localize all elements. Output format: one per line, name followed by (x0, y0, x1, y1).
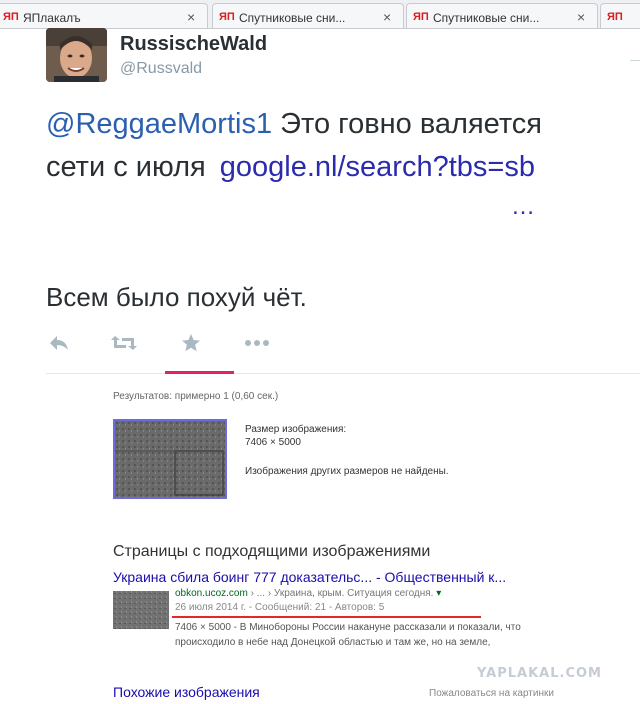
reply-tweet-text: Всем было похуй чёт. (46, 282, 307, 312)
more-icon[interactable] (244, 332, 270, 354)
snippet-line: 7406 × 5000 - В Минобороны России накану… (175, 622, 521, 633)
retweet-icon[interactable] (110, 332, 138, 354)
avatar[interactable] (46, 28, 107, 82)
no-other-sizes-text: Изображения других размеров не найдены. (245, 466, 449, 477)
image-size-value: 7406 × 5000 (245, 437, 301, 448)
result-snippet: 7406 × 5000 - В Минобороны России накану… (175, 620, 575, 650)
author-name[interactable]: RussischeWald (120, 33, 267, 56)
results-count: Результатов: примерно 1 (0,60 сек.) (113, 391, 279, 402)
expand-ellipsis[interactable]: … (511, 193, 535, 221)
similar-images-link[interactable]: Похожие изображения (113, 684, 260, 700)
browser-tab-strip: ЯП ЯПлакалъ × ЯП Спутниковые сни... × ЯП… (0, 0, 640, 29)
snippet-line: происходило в небе над Донецкой областью… (175, 637, 491, 648)
mention-link[interactable]: @ReggaeMortis1 (46, 108, 272, 140)
result-domain: obkon.ucoz.com (175, 588, 248, 599)
tweet-text: Это говно валяется (272, 108, 542, 140)
tweet-text-line-1: @ReggaeMortis1 Это говно валяется (46, 108, 542, 141)
tab-title: Спутниковые сни... (433, 11, 540, 25)
star-icon[interactable] (180, 332, 202, 354)
active-action-indicator (165, 371, 234, 374)
yaplakal-favicon-icon: ЯП (219, 11, 235, 23)
browser-tab-3[interactable]: ЯП Спутниковые сни... × (406, 3, 598, 28)
tab-title: Спутниковые сни... (239, 11, 346, 25)
close-tab-icon[interactable]: × (577, 9, 585, 25)
red-underline-annotation (172, 616, 481, 618)
tweet-text-line-2: сети с июля google.nl/search?tbs=sb (46, 151, 535, 184)
matching-pages-heading: Страницы с подходящими изображениями (113, 543, 431, 560)
query-image-thumbnail[interactable] (113, 419, 227, 499)
reply-icon[interactable] (47, 332, 71, 354)
tweet-text: сети с июля (46, 151, 214, 183)
divider (630, 60, 640, 61)
yaplakal-favicon-icon: ЯП (607, 11, 623, 23)
yaplakal-favicon-icon: ЯП (3, 11, 19, 23)
result-meta: 26 июля 2014 г. - Сообщений: 21 - Авторо… (175, 602, 385, 613)
browser-tab-2[interactable]: ЯП Спутниковые сни... × (212, 3, 404, 28)
result-breadcrumb: › ... › Украина, крым. Ситуация сегодня. (247, 588, 434, 599)
browser-tab-4[interactable]: ЯП (600, 3, 640, 28)
author-handle[interactable]: @Russvald (120, 60, 202, 78)
result-thumbnail[interactable] (113, 591, 169, 629)
report-images-link[interactable]: Пожаловаться на картинки (429, 688, 554, 699)
search-link[interactable]: google.nl/search?tbs=sb (220, 151, 535, 183)
image-size-label: Размер изображения: (245, 424, 347, 435)
divider (46, 373, 640, 374)
result-url[interactable]: obkon.ucoz.com › ... › Украина, крым. Си… (175, 588, 441, 599)
site-watermark: YAPLAKAL.COM (477, 666, 602, 681)
close-tab-icon[interactable]: × (383, 9, 391, 25)
close-tab-icon[interactable]: × (187, 9, 195, 25)
result-title-link[interactable]: Украина сбила боинг 777 доказательс... -… (113, 569, 506, 585)
chevron-down-icon[interactable]: ▾ (433, 588, 441, 599)
browser-tab-1[interactable]: ЯП ЯПлакалъ × (0, 3, 208, 28)
tab-title: ЯПлакалъ (23, 11, 81, 25)
yaplakal-favicon-icon: ЯП (413, 11, 429, 23)
